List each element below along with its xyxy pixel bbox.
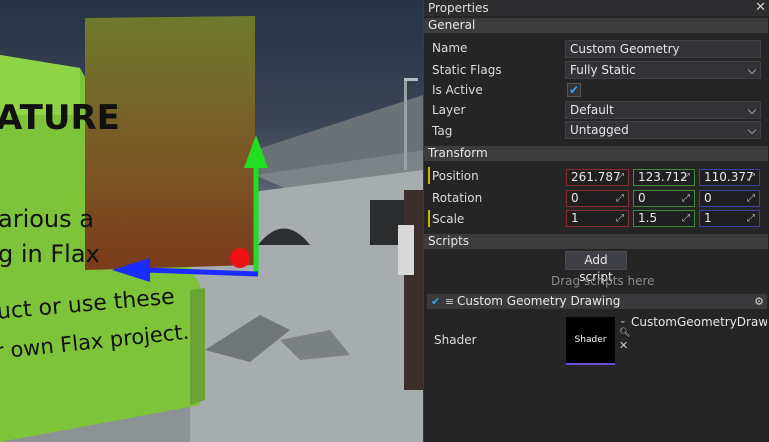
scale-x-field[interactable]: 1 ⤢ — [566, 210, 629, 227]
position-z-field[interactable]: 110.377 ⤢ — [699, 169, 760, 186]
checkmark-icon: ✔ — [568, 83, 580, 97]
shader-label: Shader — [434, 333, 477, 347]
tag-label: Tag — [432, 124, 453, 138]
drag-handle-icon[interactable]: ≡ — [445, 294, 454, 309]
shader-thumbnail-label: Shader — [574, 335, 607, 345]
scale-y-value: 1.5 — [638, 211, 658, 225]
slider-icon[interactable]: ⤢ — [680, 212, 692, 225]
slider-icon[interactable]: ⤢ — [614, 192, 626, 205]
section-scripts-label: Scripts — [428, 234, 470, 248]
sign-text-3: g in Flax — [0, 240, 100, 268]
section-transform[interactable]: Transform — [424, 146, 768, 161]
slider-icon[interactable]: ⤢ — [745, 192, 757, 205]
script-enabled-checkmark-icon[interactable]: ✔ — [431, 294, 440, 309]
add-script-button[interactable]: Add script — [565, 251, 627, 284]
scale-modified-marker — [428, 210, 430, 227]
clear-icon[interactable]: ✕ — [619, 340, 629, 351]
drag-scripts-hint: Drag scripts here — [551, 274, 655, 288]
search-icon[interactable]: 🔍︎ — [619, 328, 630, 338]
sign-text-2: arious a — [0, 205, 94, 233]
layer-label: Layer — [432, 103, 466, 117]
sign-text-1: ATURE — [0, 98, 120, 138]
scale-y-field[interactable]: 1.5 ⤢ — [633, 210, 695, 227]
is-active-checkbox[interactable]: ✔ — [567, 83, 581, 97]
scale-z-field[interactable]: 1 ⤢ — [699, 210, 760, 227]
scene-viewport[interactable]: ATURE arious a g in Flax uct or use thes… — [0, 0, 423, 442]
static-flags-dropdown[interactable]: Fully Static — [565, 61, 761, 79]
scale-label: Scale — [432, 212, 465, 226]
rotation-x-value: 0 — [571, 191, 579, 205]
section-scripts[interactable]: Scripts — [424, 234, 768, 249]
layer-dropdown[interactable]: Default — [565, 101, 761, 119]
asset-picker-icon[interactable]: ⌄ — [619, 316, 629, 326]
panel-title: Properties — [428, 1, 489, 15]
position-modified-marker — [428, 167, 430, 184]
rotation-z-value: 0 — [704, 191, 712, 205]
shader-value: CustomGeometryDrawin — [631, 315, 767, 329]
section-general-label: General — [428, 18, 476, 32]
slider-icon[interactable]: ⤢ — [680, 192, 692, 205]
scale-x-value: 1 — [571, 211, 579, 225]
name-field[interactable]: Custom Geometry — [565, 40, 761, 58]
properties-titlebar: Properties ✕ — [424, 0, 769, 16]
name-label: Name — [432, 41, 468, 55]
is-active-label: Is Active — [432, 83, 483, 97]
scale-z-value: 1 — [704, 211, 712, 225]
script-name: Custom Geometry Drawing — [457, 294, 621, 308]
close-icon[interactable]: ✕ — [755, 0, 766, 16]
rotation-y-field[interactable]: 0 ⤢ — [633, 190, 695, 207]
rotation-x-field[interactable]: 0 ⤢ — [566, 190, 629, 207]
rotation-z-field[interactable]: 0 ⤢ — [699, 190, 760, 207]
section-general[interactable]: General — [424, 18, 768, 33]
static-flags-label: Static Flags — [432, 63, 502, 77]
slider-icon[interactable]: ⤢ — [614, 171, 626, 184]
script-header[interactable]: ✔ ≡ Custom Geometry Drawing ⚙ — [427, 294, 767, 309]
slider-icon[interactable]: ⤢ — [680, 171, 692, 184]
slider-icon[interactable]: ⤢ — [745, 212, 757, 225]
slider-icon[interactable]: ⤢ — [745, 171, 757, 184]
position-label: Position — [432, 169, 479, 183]
position-x-field[interactable]: 261.787 ⤢ — [566, 169, 629, 186]
tag-dropdown[interactable]: Untagged — [565, 121, 761, 139]
rotation-y-value: 0 — [638, 191, 646, 205]
position-y-field[interactable]: 123.712 ⤢ — [633, 169, 695, 186]
gear-icon[interactable]: ⚙ — [754, 294, 764, 309]
shader-thumbnail[interactable]: Shader — [566, 317, 615, 365]
rotation-label: Rotation — [432, 191, 483, 205]
section-transform-label: Transform — [428, 146, 488, 160]
slider-icon[interactable]: ⤢ — [614, 212, 626, 225]
